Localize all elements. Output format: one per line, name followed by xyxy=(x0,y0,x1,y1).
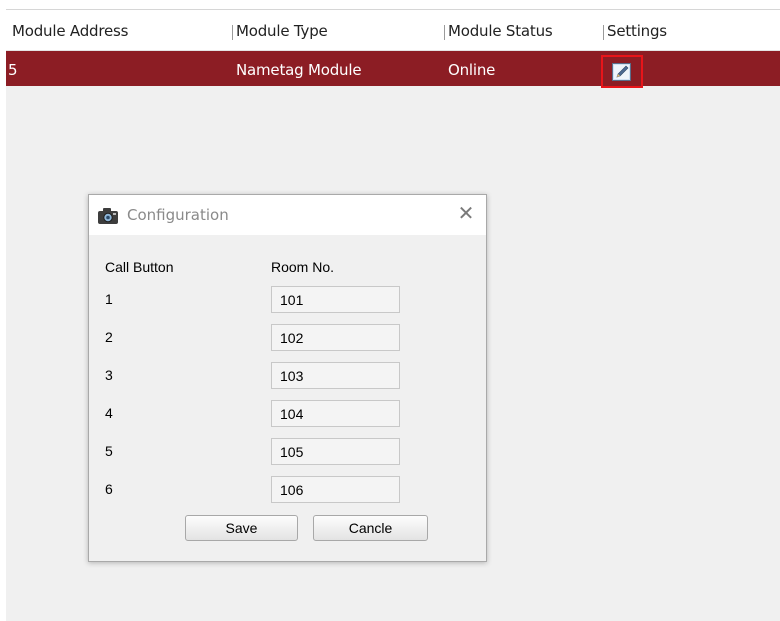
column-separator xyxy=(603,25,604,40)
close-icon[interactable]: ✕ xyxy=(455,203,477,225)
camera-icon xyxy=(98,208,118,224)
edit-icon[interactable] xyxy=(612,63,632,82)
settings-edit-button[interactable] xyxy=(601,55,643,88)
room-no-column-label: Room No. xyxy=(271,259,335,275)
call-button-number: 2 xyxy=(105,329,113,345)
room-no-input-5[interactable] xyxy=(271,438,400,465)
module-status-cell: Online xyxy=(448,61,496,79)
header-settings[interactable]: Settings xyxy=(607,22,667,40)
call-button-column-label: Call Button xyxy=(105,259,174,275)
header-module-type[interactable]: Module Type xyxy=(236,22,328,40)
room-no-input-4[interactable] xyxy=(271,400,400,427)
cancel-button[interactable]: Cancle xyxy=(313,515,428,541)
room-no-input-3[interactable] xyxy=(271,362,400,389)
dialog-titlebar[interactable]: Configuration ✕ xyxy=(89,195,486,235)
module-type-cell: Nametag Module xyxy=(236,61,362,79)
call-button-number: 6 xyxy=(105,481,113,497)
header-module-status[interactable]: Module Status xyxy=(448,22,553,40)
header-module-address[interactable]: Module Address xyxy=(12,22,128,40)
table-header: Module Address Module Type Module Status… xyxy=(6,10,780,51)
call-button-number: 3 xyxy=(105,367,113,383)
module-address-cell: 5 xyxy=(8,61,18,79)
call-button-number: 4 xyxy=(105,405,113,421)
column-separator xyxy=(232,25,233,40)
dialog-title: Configuration xyxy=(127,206,229,224)
call-button-number: 1 xyxy=(105,291,113,307)
room-no-input-6[interactable] xyxy=(271,476,400,503)
call-button-number: 5 xyxy=(105,443,113,459)
room-no-input-2[interactable] xyxy=(271,324,400,351)
table-row[interactable]: 5 Nametag Module Online xyxy=(6,51,780,86)
save-button[interactable]: Save xyxy=(185,515,298,541)
column-separator xyxy=(444,25,445,40)
room-no-input-1[interactable] xyxy=(271,286,400,313)
configuration-dialog: Configuration ✕ Call Button Room No. 1 2… xyxy=(88,194,487,562)
